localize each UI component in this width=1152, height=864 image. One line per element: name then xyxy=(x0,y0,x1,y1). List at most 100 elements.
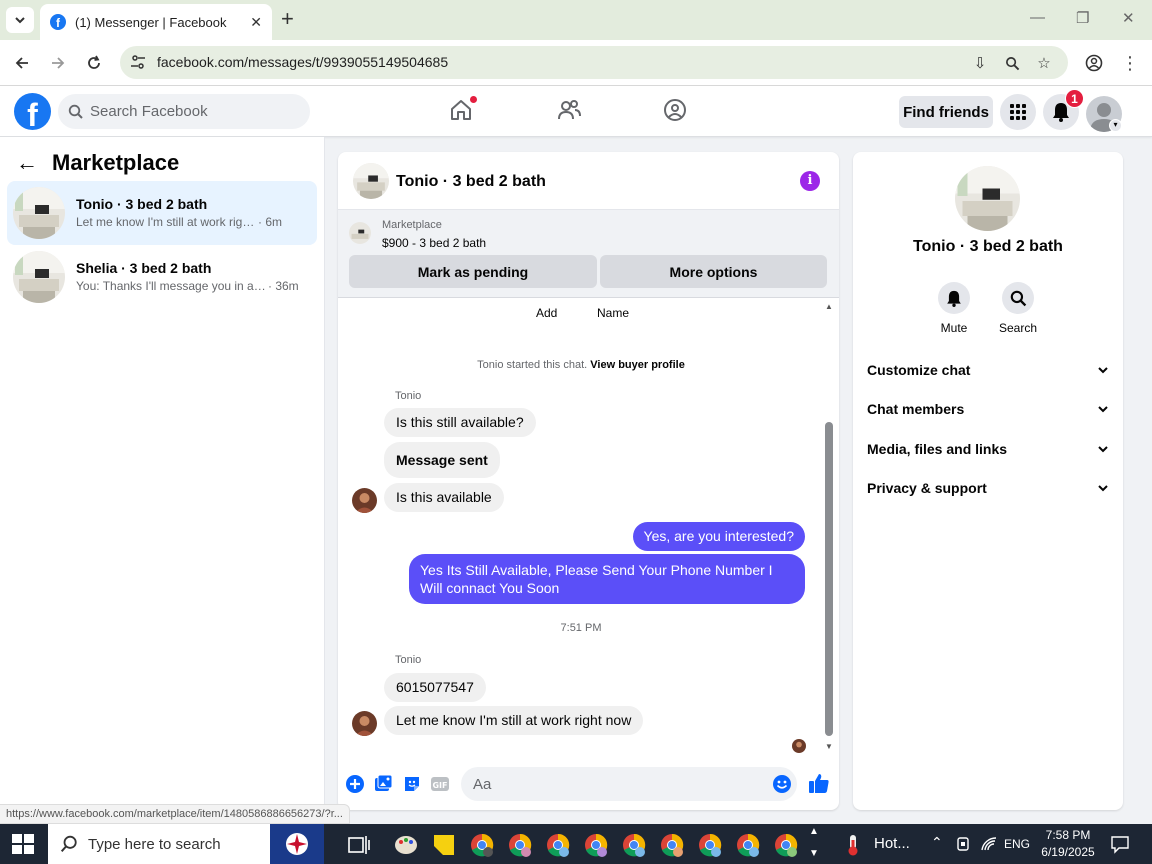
message-input[interactable] xyxy=(473,767,763,801)
message-input-wrapper[interactable] xyxy=(461,767,797,801)
find-friends-button[interactable]: Find friends xyxy=(899,96,993,128)
minimize-window-icon[interactable]: — xyxy=(1030,9,1045,26)
outgoing-message[interactable]: Yes Its Still Available, Please Send You… xyxy=(409,554,805,604)
home-nav-button[interactable] xyxy=(449,96,477,124)
weather-thermometer-icon[interactable] xyxy=(842,833,864,857)
emoji-icon[interactable] xyxy=(772,774,792,794)
chat-info-panel: Tonio · 3 bed 2 bath Mute Search Customi… xyxy=(853,152,1123,810)
photo-icon[interactable] xyxy=(373,774,393,794)
clock[interactable]: 7:58 PM 6/19/2025 xyxy=(1036,827,1100,861)
profile-icon[interactable] xyxy=(1082,51,1106,75)
close-window-icon[interactable]: ✕ xyxy=(1122,9,1135,27)
zoom-icon[interactable] xyxy=(1002,53,1022,73)
friends-nav-button[interactable] xyxy=(556,98,582,124)
gif-icon[interactable]: GIF xyxy=(430,774,450,794)
arrow-right-icon xyxy=(52,57,65,69)
device-icon[interactable] xyxy=(955,836,971,852)
close-tab-icon[interactable]: ✕ xyxy=(250,14,262,31)
conversation-item-shelia[interactable]: Shelia · 3 bed 2 bath You: Thanks I'll m… xyxy=(7,245,317,309)
scroll-up-arrow-icon[interactable]: ▲ xyxy=(824,302,834,311)
conversation-preview: Let me know I'm still at work right now xyxy=(76,215,256,229)
reload-button[interactable] xyxy=(82,51,106,75)
conversation-item-tonio[interactable]: Tonio · 3 bed 2 bath Let me know I'm sti… xyxy=(7,181,317,245)
scroll-down-arrow-icon[interactable]: ▼ xyxy=(824,742,834,751)
mute-button[interactable]: Mute xyxy=(924,282,984,335)
chrome-profile-icon[interactable] xyxy=(621,832,647,858)
chrome-profile-icon[interactable] xyxy=(773,832,799,858)
scrollbar-thumb[interactable] xyxy=(825,422,833,736)
account-chevron-icon[interactable]: ▾ xyxy=(1109,119,1122,132)
chat-members-row[interactable]: Chat members xyxy=(867,397,1109,421)
notification-center-icon[interactable] xyxy=(1110,834,1130,854)
taskbar-scroll-down-icon[interactable]: ▼ xyxy=(809,848,819,859)
chrome-profile-icon[interactable] xyxy=(697,832,723,858)
menu-grid-button[interactable] xyxy=(1000,94,1036,130)
notification-count-badge: 1 xyxy=(1065,89,1084,108)
mute-label: Mute xyxy=(940,321,968,335)
customize-chat-row[interactable]: Customize chat xyxy=(867,358,1109,382)
search-icon xyxy=(60,835,77,852)
address-bar[interactable]: facebook.com/messages/t/9939055149504685… xyxy=(120,46,1068,79)
chrome-profile-icon[interactable] xyxy=(659,832,685,858)
bell-icon xyxy=(947,290,961,307)
search-input[interactable] xyxy=(90,94,300,129)
chrome-profile-icon[interactable] xyxy=(469,832,495,858)
browser-tab[interactable]: f (1) Messenger | Facebook ✕ xyxy=(40,4,272,40)
bookmark-star-icon[interactable]: ☆ xyxy=(1034,53,1054,73)
privacy-support-row[interactable]: Privacy & support xyxy=(867,476,1109,500)
chrome-profile-icon[interactable] xyxy=(735,832,761,858)
info-title: Tonio · 3 bed 2 bath xyxy=(913,238,1063,255)
taskbar-scroll-up-icon[interactable]: ▲ xyxy=(809,826,819,837)
incoming-message[interactable]: 6015077547 xyxy=(384,673,486,702)
chat-listing-thumbnail[interactable] xyxy=(353,163,389,199)
browser-menu-icon[interactable]: ⋮ xyxy=(1118,51,1142,75)
search-conversation-button[interactable]: Search xyxy=(988,282,1048,335)
sticker-icon[interactable] xyxy=(402,774,422,794)
chrome-profile-icon[interactable] xyxy=(507,832,533,858)
taskbar-search[interactable] xyxy=(48,824,324,864)
groups-nav-button[interactable] xyxy=(663,98,689,124)
language-indicator[interactable]: ENG xyxy=(1004,837,1030,851)
browser-toolbar: facebook.com/messages/t/9939055149504685… xyxy=(0,40,1152,86)
chat-title[interactable]: Tonio · 3 bed 2 bath xyxy=(396,173,546,191)
message-sent-card[interactable]: Message sent xyxy=(384,442,500,478)
forward-button[interactable] xyxy=(46,51,70,75)
incoming-message[interactable]: Is this available xyxy=(384,483,504,512)
sender-avatar[interactable] xyxy=(352,711,377,736)
message-scrollbar[interactable]: ▲ ▼ xyxy=(824,302,834,754)
weather-text[interactable]: Hot... xyxy=(874,835,910,852)
reload-icon xyxy=(88,55,100,69)
outgoing-message[interactable]: Yes, are you interested? xyxy=(632,522,805,551)
thumbs-up-icon[interactable] xyxy=(808,772,830,794)
show-hidden-icons-icon[interactable]: ⌃ xyxy=(931,834,943,851)
chrome-profile-icon[interactable] xyxy=(545,832,571,858)
new-tab-button[interactable]: + xyxy=(281,8,294,30)
task-view-icon[interactable] xyxy=(346,832,372,858)
windows-start-icon[interactable] xyxy=(12,834,34,854)
home-notification-dot xyxy=(470,96,477,103)
plus-circle-icon[interactable] xyxy=(345,774,365,794)
mark-as-pending-button[interactable]: Mark as pending xyxy=(349,255,597,288)
add-action-label[interactable]: Add xyxy=(536,306,557,320)
name-action-label[interactable]: Name xyxy=(597,306,629,320)
view-buyer-profile-link[interactable]: View buyer profile xyxy=(590,359,685,371)
facebook-search[interactable] xyxy=(58,94,310,129)
facebook-logo-icon[interactable]: f xyxy=(14,93,51,130)
incoming-message[interactable]: Let me know I'm still at work right now xyxy=(384,706,644,735)
site-settings-icon[interactable] xyxy=(130,54,146,70)
paint-app-icon[interactable] xyxy=(393,832,419,858)
info-icon[interactable]: i xyxy=(800,171,820,191)
incoming-message[interactable]: Is this still available? xyxy=(384,408,536,437)
wifi-icon[interactable] xyxy=(980,836,998,852)
sticky-notes-icon[interactable] xyxy=(431,832,457,858)
back-arrow-icon[interactable]: ← xyxy=(16,150,38,176)
media-files-links-row[interactable]: Media, files and links xyxy=(867,437,1109,461)
chrome-profile-icon[interactable] xyxy=(583,832,609,858)
restore-window-icon[interactable]: ❐ xyxy=(1076,9,1089,27)
install-app-icon[interactable]: ⇩ xyxy=(970,53,990,73)
more-options-button[interactable]: More options xyxy=(600,255,827,288)
tab-search-button[interactable] xyxy=(6,7,34,33)
back-button[interactable] xyxy=(10,51,34,75)
sender-avatar[interactable] xyxy=(352,488,377,513)
conversation-time: · 6m xyxy=(258,215,282,229)
